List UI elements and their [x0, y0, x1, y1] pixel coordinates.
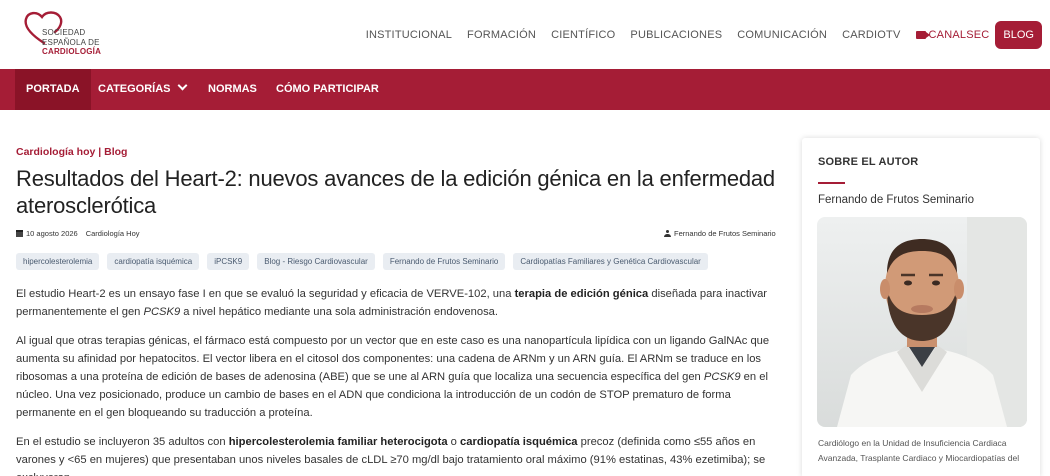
article-title: Resultados del Heart-2: nuevos avances d…	[16, 166, 775, 218]
article: Cardiología hoy | Blog Resultados del He…	[16, 146, 776, 476]
author-sidebar: SOBRE EL AUTOR Fernando de Frutos Semina…	[802, 138, 1040, 476]
author-photo	[817, 217, 1027, 427]
italic-text: PCSK9	[703, 371, 741, 383]
heading-underline	[818, 182, 845, 184]
sec-logo[interactable]: SOCIEDAD ESPAÑOLA DE CARDIOLOGÍA	[22, 10, 122, 58]
bold-text: terapia de edición génica	[514, 288, 649, 300]
bold-text: cardiopatía isquémica	[460, 436, 578, 448]
author-bio: Cardiólogo en la Unidad de Insuficiencia…	[818, 438, 1020, 463]
article-body: El estudio Heart-2 es un ensayo fase I e…	[16, 285, 786, 476]
blog-button[interactable]: BLOG	[995, 21, 1042, 49]
nav-normas[interactable]: NORMAS	[197, 69, 268, 110]
topnav-publicaciones[interactable]: PUBLICACIONES	[630, 29, 722, 41]
chevron-down-icon	[177, 80, 187, 91]
logo-text: SOCIEDAD ESPAÑOLA DE CARDIOLOGÍA	[42, 28, 101, 57]
canalsec-label: CANALSEC	[928, 29, 990, 41]
text: o	[447, 436, 461, 448]
tag[interactable]: hipercolesterolemia	[16, 253, 100, 270]
video-camera-icon	[915, 31, 930, 39]
topnav-comunicacion[interactable]: COMUNICACIÓN	[737, 29, 827, 41]
article-author[interactable]: Fernando de Frutos Seminario	[664, 229, 776, 238]
nav-portada[interactable]: PORTADA	[15, 69, 91, 110]
logo-line-2: ESPAÑOLA DE	[42, 37, 100, 47]
bold-text: hipercolesterolemia familiar heterocigot…	[228, 436, 448, 448]
text: El estudio Heart-2 es un ensayo fase I e…	[16, 288, 515, 300]
tag[interactable]: Cardiopatías Familiares y Genética Cardi…	[513, 253, 708, 270]
top-navigation: INSTITUCIONAL FORMACIÓN CIENTÍFICO PUBLI…	[351, 19, 1042, 51]
tag[interactable]: cardiopatía isquémica	[107, 253, 200, 270]
site-header: SOCIEDAD ESPAÑOLA DE CARDIOLOGÍA INSTITU…	[0, 0, 1050, 69]
article-date: 10 agosto 2026	[26, 229, 78, 238]
nav-como-participar-label: CÓMO PARTICIPAR	[276, 83, 379, 95]
text: En el estudio se incluyeron 35 adultos c…	[16, 436, 229, 448]
paragraph-1: El estudio Heart-2 es un ensayo fase I e…	[16, 285, 786, 321]
calendar-icon	[16, 230, 23, 237]
paragraph-3: En el estudio se incluyeron 35 adultos c…	[16, 433, 786, 476]
article-tags: hipercolesterolemia cardiopatía isquémic…	[16, 253, 776, 270]
nav-categorias-label: CATEGORÍAS	[98, 83, 171, 95]
topnav-institucional[interactable]: INSTITUCIONAL	[366, 29, 452, 41]
tag[interactable]: Blog - Riesgo Cardiovascular	[257, 253, 375, 270]
article-date-section: 10 agosto 2026 Cardiología Hoy	[16, 229, 140, 238]
author-portrait	[817, 217, 1027, 427]
user-icon	[664, 230, 671, 237]
nav-normas-label: NORMAS	[208, 83, 257, 95]
author-name[interactable]: Fernando de Frutos Seminario	[818, 194, 974, 206]
logo-line-3: CARDIOLOGÍA	[42, 47, 102, 56]
nav-portada-label: PORTADA	[26, 83, 80, 95]
tag[interactable]: Fernando de Frutos Seminario	[382, 253, 506, 270]
topnav-cardiotv[interactable]: CARDIOTV	[842, 29, 900, 41]
sidebar-heading: SOBRE EL AUTOR	[818, 156, 919, 168]
topnav-cientifico[interactable]: CIENTÍFICO	[551, 29, 615, 41]
article-author-name: Fernando de Frutos Seminario	[674, 229, 776, 238]
nav-categorias[interactable]: CATEGORÍAS	[87, 69, 197, 110]
nav-como-participar[interactable]: CÓMO PARTICIPAR	[265, 69, 390, 110]
topnav-canalsec[interactable]: CANALSEC	[915, 29, 990, 41]
article-category[interactable]: Cardiología hoy | Blog	[16, 146, 776, 158]
logo-line-1: SOCIEDAD	[42, 28, 86, 37]
blog-navigation: PORTADA CATEGORÍAS NORMAS CÓMO PARTICIPA…	[0, 69, 1050, 110]
text: a nivel hepático mediante una sola admin…	[180, 306, 498, 318]
paragraph-2: Al igual que otras terapias génicas, el …	[16, 332, 786, 422]
topnav-formacion[interactable]: FORMACIÓN	[467, 29, 536, 41]
text: Al igual que otras terapias génicas, el …	[16, 335, 770, 383]
article-section[interactable]: Cardiología Hoy	[86, 229, 140, 238]
article-meta: 10 agosto 2026 Cardiología Hoy Fernando …	[16, 229, 776, 243]
tag[interactable]: iPCSK9	[207, 253, 250, 270]
italic-text: PCSK9	[143, 306, 181, 318]
